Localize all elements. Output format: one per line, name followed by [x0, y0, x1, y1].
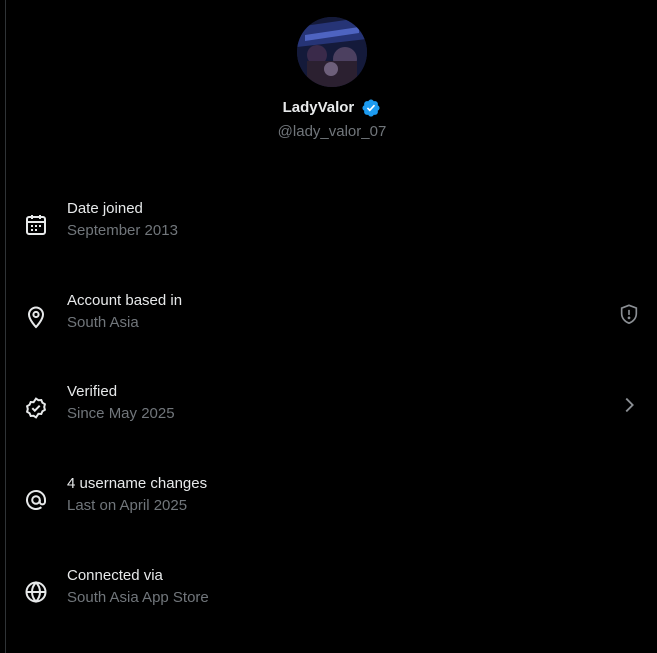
account-info-page: LadyValor @lady_valor_07 Date joined Sep… — [0, 0, 657, 653]
verified-badge-icon — [361, 98, 381, 118]
display-name-row: LadyValor — [0, 97, 657, 119]
row-subtitle: September 2013 — [67, 222, 178, 239]
avatar[interactable] — [297, 17, 367, 87]
row-subtitle: South Asia App Store — [67, 589, 209, 606]
info-row-date-joined: Date joined September 2013 — [0, 199, 657, 259]
handle: @lady_valor_07 — [277, 123, 387, 140]
info-row-connected-via: Connected via South Asia App Store — [0, 566, 657, 626]
row-title: Verified — [67, 383, 118, 400]
row-title: Date joined — [67, 200, 143, 217]
location-pin-icon — [24, 305, 48, 329]
row-subtitle: Since May 2025 — [67, 405, 175, 422]
info-row-username-changes: 4 username changes Last on April 2025 — [0, 474, 657, 534]
verified-badge-outline-icon — [24, 396, 48, 420]
row-title: Connected via — [67, 567, 163, 584]
at-sign-icon — [24, 488, 48, 512]
row-title: Account based in — [67, 292, 183, 309]
row-title: 4 username changes — [67, 475, 208, 492]
chevron-right-icon[interactable] — [618, 394, 640, 416]
display-name: LadyValor — [282, 99, 355, 117]
row-subtitle: South Asia — [67, 314, 139, 331]
info-row-account-based-in: Account based in South Asia — [0, 291, 657, 351]
row-subtitle: Last on April 2025 — [67, 497, 188, 514]
info-row-verified[interactable]: Verified Since May 2025 — [0, 382, 657, 442]
shield-alert-icon[interactable] — [618, 303, 640, 325]
calendar-icon — [24, 213, 48, 237]
globe-icon — [24, 580, 48, 604]
